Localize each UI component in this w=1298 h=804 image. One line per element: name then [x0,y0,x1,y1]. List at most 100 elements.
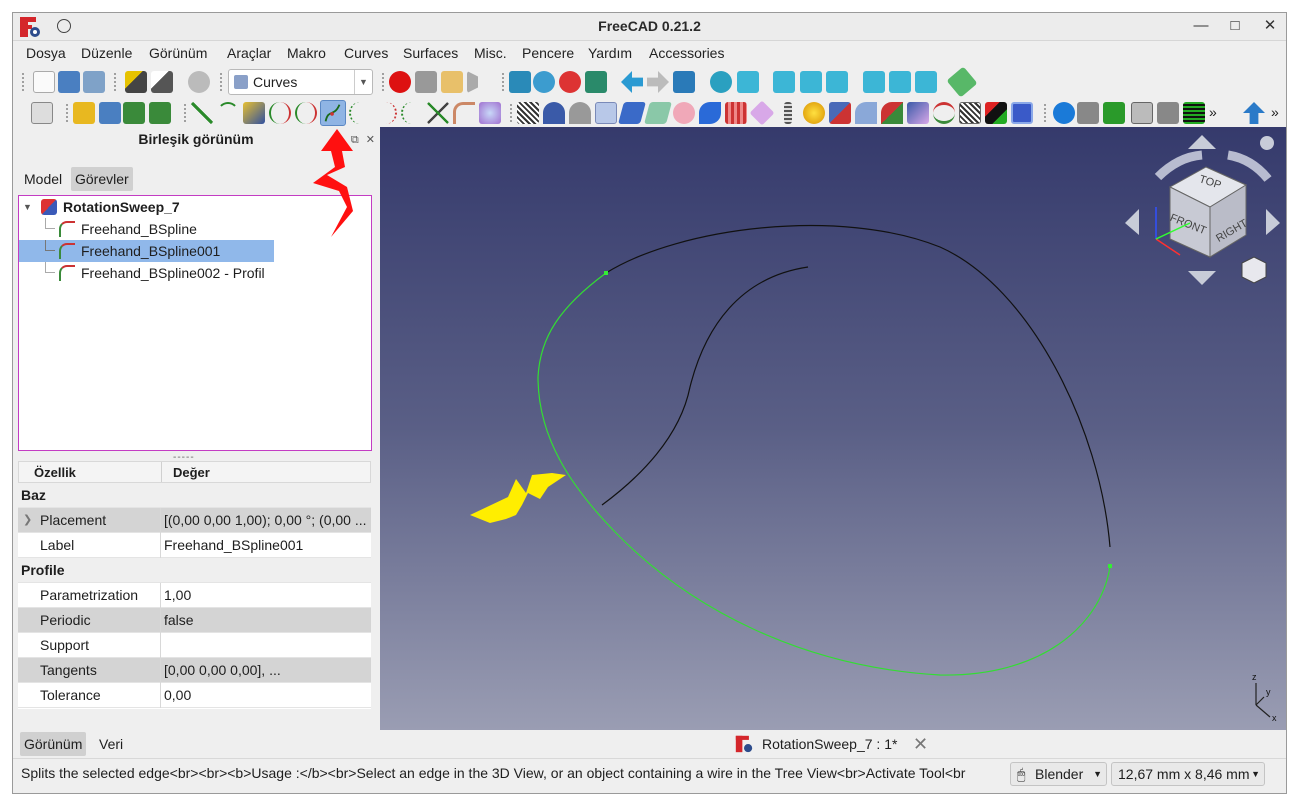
toolbar-overflow-button-2[interactable]: » [1271,104,1279,120]
mix-curve-icon[interactable] [881,102,903,124]
gordon-surface-icon[interactable] [569,102,591,124]
property-row-tangents[interactable]: Tangents [0,00 0,00 0,00], ... [18,658,371,683]
menu-curves[interactable]: Curves [344,45,388,61]
iso-curve-icon[interactable] [959,102,981,124]
create-group-icon[interactable] [99,102,121,124]
dimension-display[interactable]: 12,67 mm x 8,46 mm ▼ [1111,762,1265,786]
black-curve-upper[interactable] [605,224,1111,548]
whats-this-icon[interactable] [31,102,53,124]
property-value[interactable]: [(0,00 0,00 1,00); 0,00 °; (0,00 ... [164,508,370,533]
gray-cube-icon[interactable] [1157,102,1179,124]
forward-arrow-icon[interactable] [647,71,669,93]
maximize-button[interactable]: □ [1222,15,1248,37]
property-value[interactable]: [0,00 0,00 0,00], ... [164,658,370,683]
menu-yardim[interactable]: Yardım [588,45,632,61]
gray-box-icon[interactable] [1077,102,1099,124]
close-panel-icon[interactable]: ✕ [366,134,375,146]
sweep-icon[interactable] [673,102,695,124]
zebra-icon[interactable] [517,102,539,124]
flatten-icon[interactable] [699,102,721,124]
fit-all-icon[interactable] [509,71,531,93]
menu-surfaces[interactable]: Surfaces [403,45,458,61]
isometric-view-icon[interactable] [710,71,732,93]
menu-araclar[interactable]: Araçlar [227,45,271,61]
nav-right-arrow-icon[interactable] [1266,209,1280,235]
toolbar-grip[interactable] [183,103,187,123]
menu-gorunum[interactable]: Görünüm [149,45,207,61]
tab-veri[interactable]: Veri [95,732,127,756]
grid-icon[interactable] [1183,102,1205,124]
macro-stop-icon[interactable] [415,71,437,93]
toolbar-grip[interactable] [219,72,223,92]
macro-run-icon[interactable] [467,71,489,93]
sphere-icon[interactable] [803,102,825,124]
zoom-icon[interactable] [533,71,555,93]
spring-icon[interactable] [784,102,792,124]
menu-misc[interactable]: Misc. [474,45,507,61]
property-row-label[interactable]: Label Freehand_BSpline001 [18,533,371,558]
intersection-icon[interactable] [427,102,449,124]
black-curve-inner[interactable] [601,266,809,506]
tree-item-freehand-bspline001[interactable]: Freehand_BSpline001 [19,240,274,262]
close-button[interactable]: ✕ [1257,15,1283,37]
property-group-profile[interactable]: Profile [18,558,371,583]
workbench-selector[interactable]: Curves ▼ [228,69,373,95]
green-box-icon[interactable] [1103,102,1125,124]
menu-dosya[interactable]: Dosya [26,45,66,61]
3d-viewport[interactable]: TOP FRONT RIGHT z y x [380,127,1286,730]
measure-icon[interactable] [946,66,978,98]
curve-vertex[interactable] [1108,564,1112,568]
freehand-bspline-icon[interactable] [269,102,291,124]
bounding-box-icon[interactable] [585,71,607,93]
join-curve-icon[interactable] [349,102,371,124]
menu-duzenle[interactable]: Düzenle [81,45,132,61]
curvature-icon[interactable] [725,102,747,124]
bspline-edit-icon[interactable] [295,102,317,124]
toolbar-grip[interactable] [1043,103,1047,123]
tree-item-freehand-bspline002[interactable]: Freehand_BSpline002 - Profil [45,262,365,284]
nav-left-arrow-icon[interactable] [1125,209,1139,235]
toolbar-grip[interactable] [21,72,25,92]
create-part-icon[interactable] [73,102,95,124]
property-group-baz[interactable]: Baz [18,483,371,508]
link-icon[interactable] [673,71,695,93]
link-actions-icon[interactable] [149,102,171,124]
curve-canvas[interactable]: TOP FRONT RIGHT z y x [380,127,1286,730]
profile-support-icon[interactable] [644,102,672,124]
tab-model[interactable]: Model [20,167,66,191]
close-tab-icon[interactable]: ✕ [913,732,928,756]
reflect-lines-icon[interactable] [907,102,929,124]
property-row-tolerance[interactable]: Tolerance 0,00 [18,683,371,708]
nav-menu-icon[interactable] [1260,136,1274,150]
line-tool-icon[interactable] [191,102,213,124]
front-view-icon[interactable] [773,71,795,93]
toolbar-overflow-button[interactable]: » [1209,104,1217,120]
pipe-shell-icon[interactable] [595,102,617,124]
approximate-icon[interactable] [401,102,423,124]
value-column-header[interactable]: Değer [173,465,210,480]
undo-icon[interactable] [125,71,147,93]
curve-tool-icon[interactable] [217,102,239,124]
new-document-icon[interactable] [33,71,55,93]
draw-style-icon[interactable] [559,71,581,93]
toolbar-grip[interactable] [65,103,69,123]
menu-makro[interactable]: Makro [287,45,326,61]
top-view-icon[interactable] [800,71,822,93]
tab-gorevler[interactable]: Görevler [71,167,133,191]
comb-icon[interactable] [543,102,565,124]
tab-gorunum[interactable]: Görünüm [20,732,87,756]
bottom-view-icon[interactable] [889,71,911,93]
rotate-right-arrow-icon[interactable] [1227,150,1272,182]
split-curve-button[interactable] [320,100,346,126]
view-cube-icon[interactable] [737,71,759,93]
redo-icon[interactable] [151,71,173,93]
nav-up-arrow-icon[interactable] [1188,135,1216,149]
property-column-header[interactable]: Özellik [34,465,76,480]
property-row-support[interactable]: Support [18,633,371,658]
open-folder-icon[interactable] [58,71,80,93]
macro-record-icon[interactable] [389,71,411,93]
expand-arrow-icon[interactable]: ▼ [23,196,32,218]
sketch-on-surface-icon[interactable] [479,102,501,124]
sweep-2-rails-icon[interactable] [618,102,646,124]
property-value[interactable]: Freehand_BSpline001 [164,533,370,558]
